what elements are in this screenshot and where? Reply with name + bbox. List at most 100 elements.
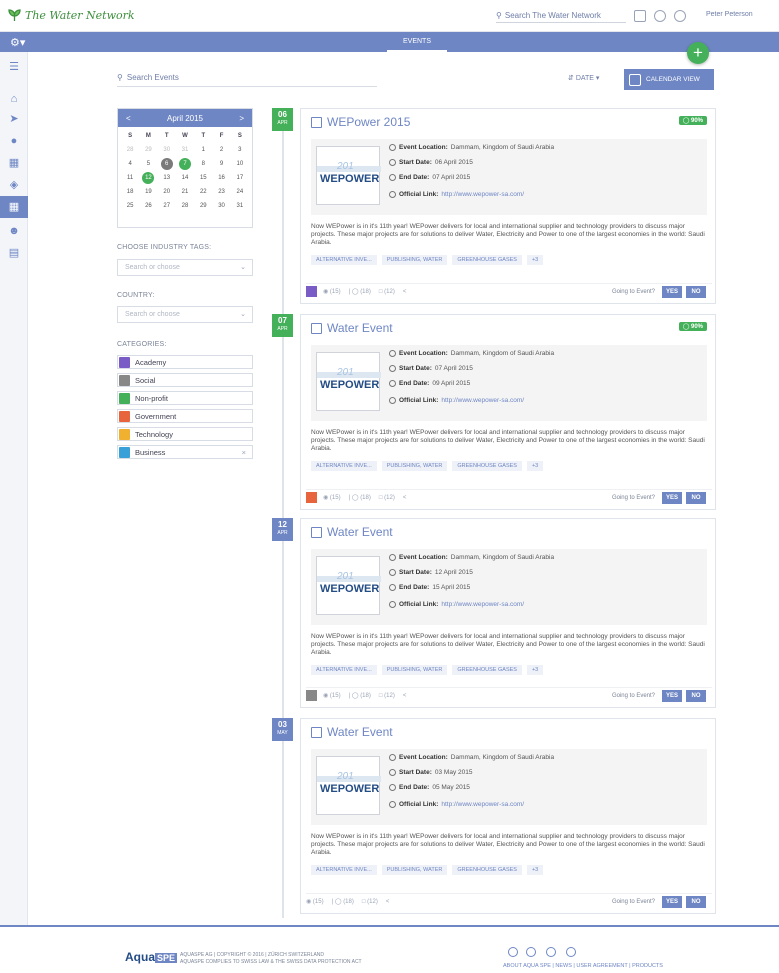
people-icon[interactable]: ☻	[7, 224, 21, 238]
calendar-day[interactable]: 16	[212, 172, 230, 184]
twitter-icon[interactable]	[508, 947, 518, 957]
send-icon[interactable]: ➤	[7, 112, 21, 126]
share-icon[interactable]: <	[403, 495, 407, 501]
calendar-day[interactable]: 4	[121, 158, 139, 170]
calendar-day[interactable]: 5	[139, 158, 157, 170]
yes-button[interactable]: YES	[662, 689, 682, 702]
official-link[interactable]: http://www.wepower-sa.com/	[441, 397, 524, 404]
share-icon[interactable]: <	[386, 899, 390, 905]
next-month-button[interactable]: >	[239, 114, 244, 123]
close-icon[interactable]: ×	[242, 448, 246, 457]
share-icon[interactable]: <	[403, 289, 407, 295]
calendar-day[interactable]: 11	[121, 172, 139, 184]
tag-chip[interactable]: PUBLISHING, WATER	[381, 865, 448, 875]
calendar-day[interactable]: 27	[158, 200, 176, 212]
official-link[interactable]: http://www.wepower-sa.com/	[441, 801, 524, 808]
settings-gear-icon[interactable]: ⚙▾	[10, 36, 25, 49]
calendar-day[interactable]: 24	[231, 186, 249, 198]
calendar-day[interactable]: 29	[139, 144, 157, 156]
calendar-day[interactable]: 31	[176, 144, 194, 156]
calendar-day[interactable]: 22	[194, 186, 212, 198]
calendar-day[interactable]: 17	[231, 172, 249, 184]
event-title[interactable]: WEPower 2015	[311, 115, 410, 129]
more-tags-chip[interactable]: +3	[526, 665, 544, 675]
people-icon[interactable]	[634, 10, 646, 22]
info-icon[interactable]: ●	[7, 134, 21, 148]
calendar-day[interactable]: 2	[212, 144, 230, 156]
more-tags-chip[interactable]: +3	[526, 255, 544, 265]
calendar-day[interactable]: 1	[194, 144, 212, 156]
country-select[interactable]: Search or choose ⌄	[117, 306, 253, 323]
tab-events[interactable]: EVENTS	[387, 32, 447, 52]
calendar-day[interactable]: 21	[176, 186, 194, 198]
calendar-day[interactable]: 28	[176, 200, 194, 212]
category-item-business[interactable]: Business ×	[117, 445, 253, 459]
tag-chip[interactable]: GREENHOUSE GASES	[452, 461, 522, 471]
brand-logo[interactable]: The Water Network	[8, 9, 135, 22]
calendar-day[interactable]: 6	[160, 158, 173, 170]
calendar-day[interactable]: 13	[158, 172, 176, 184]
category-item-technology[interactable]: Technology	[117, 427, 253, 441]
category-item-non-profit[interactable]: Non-profit	[117, 391, 253, 405]
calendar-day[interactable]: 15	[194, 172, 212, 184]
tag-chip[interactable]: ALTERNATIVE INVE...	[311, 865, 377, 875]
home-icon[interactable]: ⌂	[7, 92, 21, 106]
events-search-input[interactable]: ⚲ Search Events	[117, 69, 377, 87]
category-item-academy[interactable]: Academy	[117, 355, 253, 369]
add-event-button[interactable]: +	[687, 42, 709, 64]
more-tags-chip[interactable]: +3	[526, 461, 544, 471]
category-item-government[interactable]: Government	[117, 409, 253, 423]
global-search-input[interactable]: ⚲ Search The Water Network	[496, 9, 626, 23]
calendar-day[interactable]: 7	[178, 158, 191, 170]
yes-button[interactable]: YES	[662, 285, 682, 298]
no-button[interactable]: NO	[686, 285, 706, 298]
yes-button[interactable]: YES	[662, 491, 682, 504]
more-tags-chip[interactable]: +3	[526, 865, 544, 875]
calendar-day[interactable]: 12	[142, 172, 155, 184]
tag-chip[interactable]: PUBLISHING, WATER	[381, 255, 448, 265]
tag-chip[interactable]: ALTERNATIVE INVE...	[311, 665, 377, 675]
aquaspe-logo[interactable]: Aqua SPE	[125, 950, 178, 964]
tag-chip[interactable]: PUBLISHING, WATER	[381, 665, 448, 675]
user-name[interactable]: Peter Peterson	[706, 11, 753, 18]
sort-date-dropdown[interactable]: ⇵ DATE ▾	[568, 74, 599, 82]
event-card[interactable]: WEPower 2015 ◯ 90% 201 WEPOWER Event Locatio…	[300, 108, 716, 304]
event-card[interactable]: Water Event 201 WEPOWER Event Location: Damm…	[300, 718, 716, 914]
skype-icon[interactable]	[566, 947, 576, 957]
event-title[interactable]: Water Event	[311, 321, 393, 335]
tag-chip[interactable]: ALTERNATIVE INVE...	[311, 461, 377, 471]
calendar-day[interactable]: 3	[231, 144, 249, 156]
tag-chip[interactable]: GREENHOUSE GASES	[452, 865, 522, 875]
linkedin-icon[interactable]	[546, 947, 556, 957]
calendar-day[interactable]: 14	[176, 172, 194, 184]
calendar-day[interactable]: 26	[139, 200, 157, 212]
industry-tags-select[interactable]: Search or choose ⌄	[117, 259, 253, 276]
official-link[interactable]: http://www.wepower-sa.com/	[441, 601, 524, 608]
official-link[interactable]: http://www.wepower-sa.com/	[441, 191, 524, 198]
calendar-day[interactable]: 30	[158, 144, 176, 156]
calendar-day[interactable]: 29	[194, 200, 212, 212]
calendar-day[interactable]: 23	[212, 186, 230, 198]
no-button[interactable]: NO	[686, 895, 706, 908]
category-item-social[interactable]: Social	[117, 373, 253, 387]
tag-chip[interactable]: ALTERNATIVE INVE...	[311, 255, 377, 265]
calendar-day[interactable]: 25	[121, 200, 139, 212]
share-icon[interactable]: <	[403, 693, 407, 699]
event-title[interactable]: Water Event	[311, 525, 393, 539]
calendar-day[interactable]: 19	[139, 186, 157, 198]
no-button[interactable]: NO	[686, 491, 706, 504]
footer-links[interactable]: ABOUT AQUA SPE | NEWS | USER AGREEMENT |…	[503, 963, 663, 969]
event-title[interactable]: Water Event	[311, 725, 393, 739]
tag-chip[interactable]: GREENHOUSE GASES	[452, 665, 522, 675]
event-card[interactable]: Water Event 201 WEPOWER Event Location: Damm…	[300, 518, 716, 708]
calendar-day[interactable]: 10	[231, 158, 249, 170]
calendar-day[interactable]: 20	[158, 186, 176, 198]
calendar-view-button[interactable]: CALENDAR VIEW	[624, 69, 714, 90]
prev-month-button[interactable]: <	[126, 114, 131, 123]
calendar-icon[interactable]: ▦	[0, 196, 28, 218]
calendar-day[interactable]: 18	[121, 186, 139, 198]
layers-icon[interactable]: ◈	[7, 178, 21, 192]
menu-icon[interactable]: ☰	[7, 60, 21, 74]
book-icon[interactable]: ▤	[7, 246, 21, 260]
yes-button[interactable]: YES	[662, 895, 682, 908]
